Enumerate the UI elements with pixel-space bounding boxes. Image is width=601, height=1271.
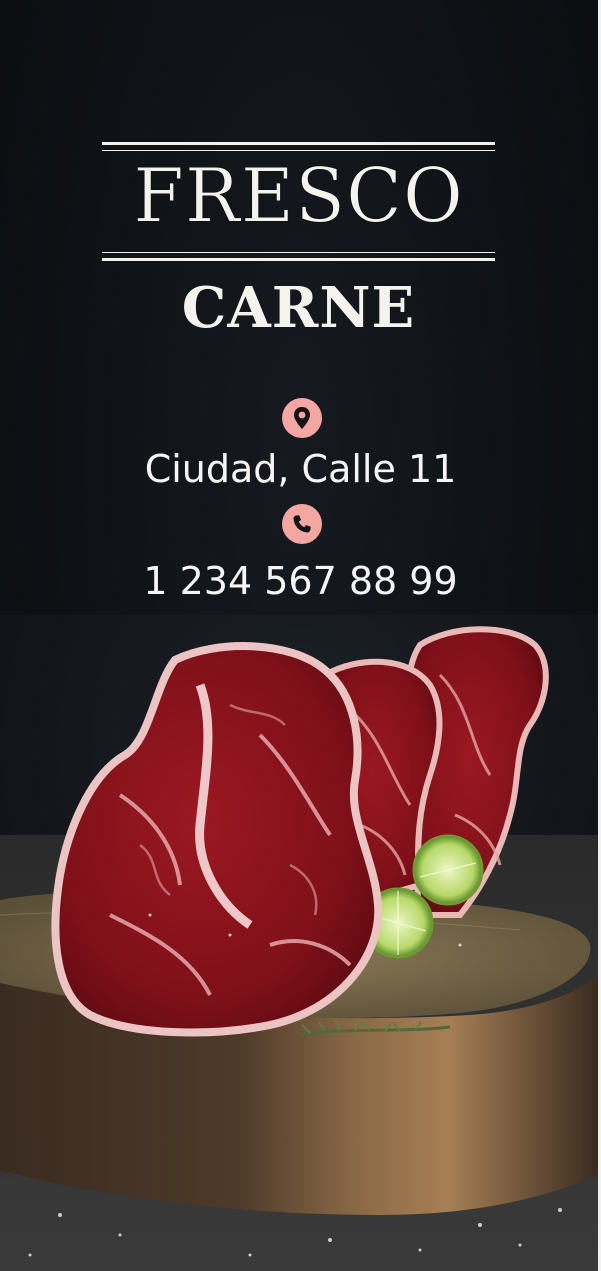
- brand-title: FRESCO: [133, 153, 464, 240]
- logo-top-rule: [102, 142, 495, 145]
- logo-top-rule-thin: [102, 150, 495, 151]
- phone-text: 1 234 567 88 99: [143, 559, 458, 603]
- location-pin-icon: [282, 398, 322, 438]
- logo-bottom-rule: [102, 258, 495, 261]
- address-text: Ciudad, Calle 11: [144, 447, 457, 491]
- brand-subtitle: CARNE: [181, 275, 416, 341]
- raw-steaks-on-wood-board-image: [0, 615, 598, 1271]
- flyer-card: FRESCO CARNE Ciudad, Calle 11 1 234 567 …: [0, 0, 598, 1271]
- phone-icon: [282, 504, 322, 544]
- logo-bottom-rule-thin: [102, 252, 495, 253]
